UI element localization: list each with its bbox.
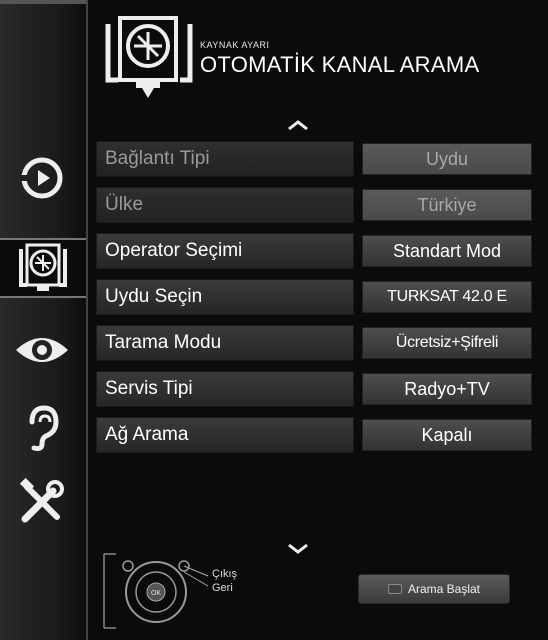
row-value-select[interactable]: Kapalı [362,419,532,451]
row-value-select[interactable]: Ücretsiz+Şifreli [362,327,532,359]
ear-icon [29,405,59,451]
row-label: Operator Seçimi [96,233,354,269]
rail-item-picture[interactable] [6,322,78,378]
remote-ok-label: OK [151,590,161,597]
exit-hint: Çıkış [212,568,238,580]
menu-row-satellite[interactable]: Uydu Seçin TURKSAT 42.0 E [96,279,536,315]
row-label: Tarama Modu [96,325,354,361]
remote-control-icon: OK [103,553,209,629]
row-value: Uydu [362,143,532,175]
scroll-down-icon[interactable] [286,542,310,556]
scroll-up-icon[interactable] [286,118,310,132]
satellite-dish-icon [19,243,67,291]
start-search-button[interactable]: Arama Başlat [358,574,510,604]
row-label: Uydu Seçin [96,279,354,315]
start-search-label: Arama Başlat [407,582,481,596]
menu-row-connection-type: Bağlantı Tipi Uydu [96,141,536,177]
row-value-select[interactable]: TURKSAT 42.0 E [362,281,532,313]
rail-item-source-setup[interactable] [0,238,86,298]
row-label: Servis Tipi [96,371,354,407]
row-value-select[interactable]: Radyo+TV [362,373,532,405]
eye-icon [16,338,68,362]
row-label: Ağ Arama [96,417,354,453]
menu-row-service-type[interactable]: Servis Tipi Radyo+TV [96,371,536,407]
rail-item-sound[interactable] [6,400,78,456]
source-icon [21,157,63,199]
row-label: Ülke [96,187,354,223]
tools-icon [19,477,64,523]
row-label: Bağlantı Tipi [96,141,354,177]
row-value: Türkiye [362,189,532,221]
red-key-icon [387,584,402,594]
menu-row-operator[interactable]: Operator Seçimi Standart Mod [96,233,536,269]
menu-row-network-search[interactable]: Ağ Arama Kapalı [96,417,536,453]
page-title: OTOMATİK KANAL ARAMA [200,52,480,77]
back-hint: Geri [212,582,233,594]
rail-item-source[interactable] [6,150,78,206]
rail-item-settings[interactable] [6,474,78,530]
rail-divider [0,0,86,4]
satellite-dish-icon [105,16,193,98]
side-menu-rail [0,0,88,640]
page-subtitle: KAYNAK AYARI [200,40,270,50]
row-value-select[interactable]: Standart Mod [362,235,532,267]
menu-row-country: Ülke Türkiye [96,187,536,223]
menu-row-scan-mode[interactable]: Tarama Modu Ücretsiz+Şifreli [96,325,536,361]
page-header: KAYNAK AYARI OTOMATİK KANAL ARAMA [96,14,536,104]
